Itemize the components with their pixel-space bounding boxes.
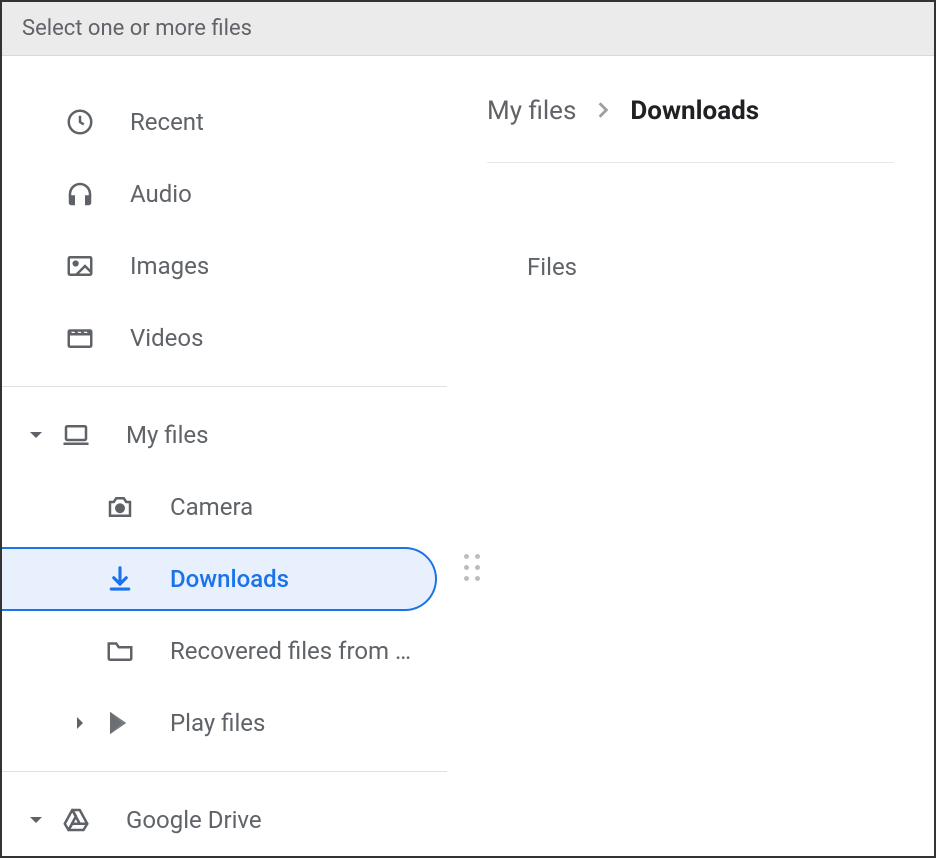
sidebar-item-label: Videos <box>130 324 203 352</box>
sidebar-item-label: Images <box>130 252 209 280</box>
sidebar-item-downloads[interactable]: Downloads <box>2 543 447 615</box>
main-content: My files Downloads Files <box>447 56 934 856</box>
movie-icon <box>62 320 98 356</box>
clock-icon <box>62 104 98 140</box>
sidebar-item-play-files[interactable]: Play files <box>2 687 447 759</box>
sidebar-item-label: Google Drive <box>126 806 282 834</box>
sidebar-item-my-files[interactable]: My files <box>2 399 447 471</box>
sidebar-item-label: Recovered files from … <box>170 637 431 665</box>
download-icon <box>102 561 138 597</box>
file-picker-window: Select one or more files Recent <box>0 0 936 858</box>
pane-resize-handle[interactable] <box>460 549 484 585</box>
sidebar-divider <box>2 386 447 387</box>
sidebar-item-label: Play files <box>170 709 285 737</box>
laptop-icon <box>58 417 94 453</box>
camera-icon <box>102 489 138 525</box>
sidebar-item-label: Audio <box>130 180 192 208</box>
folder-icon <box>102 633 138 669</box>
image-icon <box>62 248 98 284</box>
play-store-icon <box>102 705 138 741</box>
sidebar-item-recent[interactable]: Recent <box>2 86 447 158</box>
chevron-down-icon[interactable] <box>14 812 58 828</box>
headphones-icon <box>62 176 98 212</box>
sidebar: Recent Audio <box>2 56 447 856</box>
sidebar-item-images[interactable]: Images <box>2 230 447 302</box>
sidebar-item-audio[interactable]: Audio <box>2 158 447 230</box>
sidebar-item-videos[interactable]: Videos <box>2 302 447 374</box>
sidebar-item-label: Downloads <box>170 565 309 593</box>
titlebar-text: Select one or more files <box>22 16 252 41</box>
titlebar: Select one or more files <box>2 2 934 56</box>
sidebar-item-camera[interactable]: Camera <box>2 471 447 543</box>
google-drive-icon <box>58 802 94 838</box>
chevron-right-icon <box>594 96 612 126</box>
sidebar-item-label: My files <box>126 421 229 449</box>
window-body: Recent Audio <box>2 56 934 856</box>
sidebar-item-label: Recent <box>130 108 204 136</box>
chevron-down-icon[interactable] <box>14 427 58 443</box>
breadcrumb: My files Downloads <box>487 86 894 162</box>
sidebar-item-recovered[interactable]: Recovered files from … <box>2 615 447 687</box>
sidebar-item-google-drive[interactable]: Google Drive <box>2 784 447 856</box>
breadcrumb-current: Downloads <box>630 96 759 126</box>
breadcrumb-parent[interactable]: My files <box>487 96 576 126</box>
sidebar-divider <box>2 771 447 772</box>
chevron-right-icon[interactable] <box>58 715 102 731</box>
files-section-header: Files <box>487 163 894 281</box>
sidebar-item-label: Camera <box>170 493 273 521</box>
